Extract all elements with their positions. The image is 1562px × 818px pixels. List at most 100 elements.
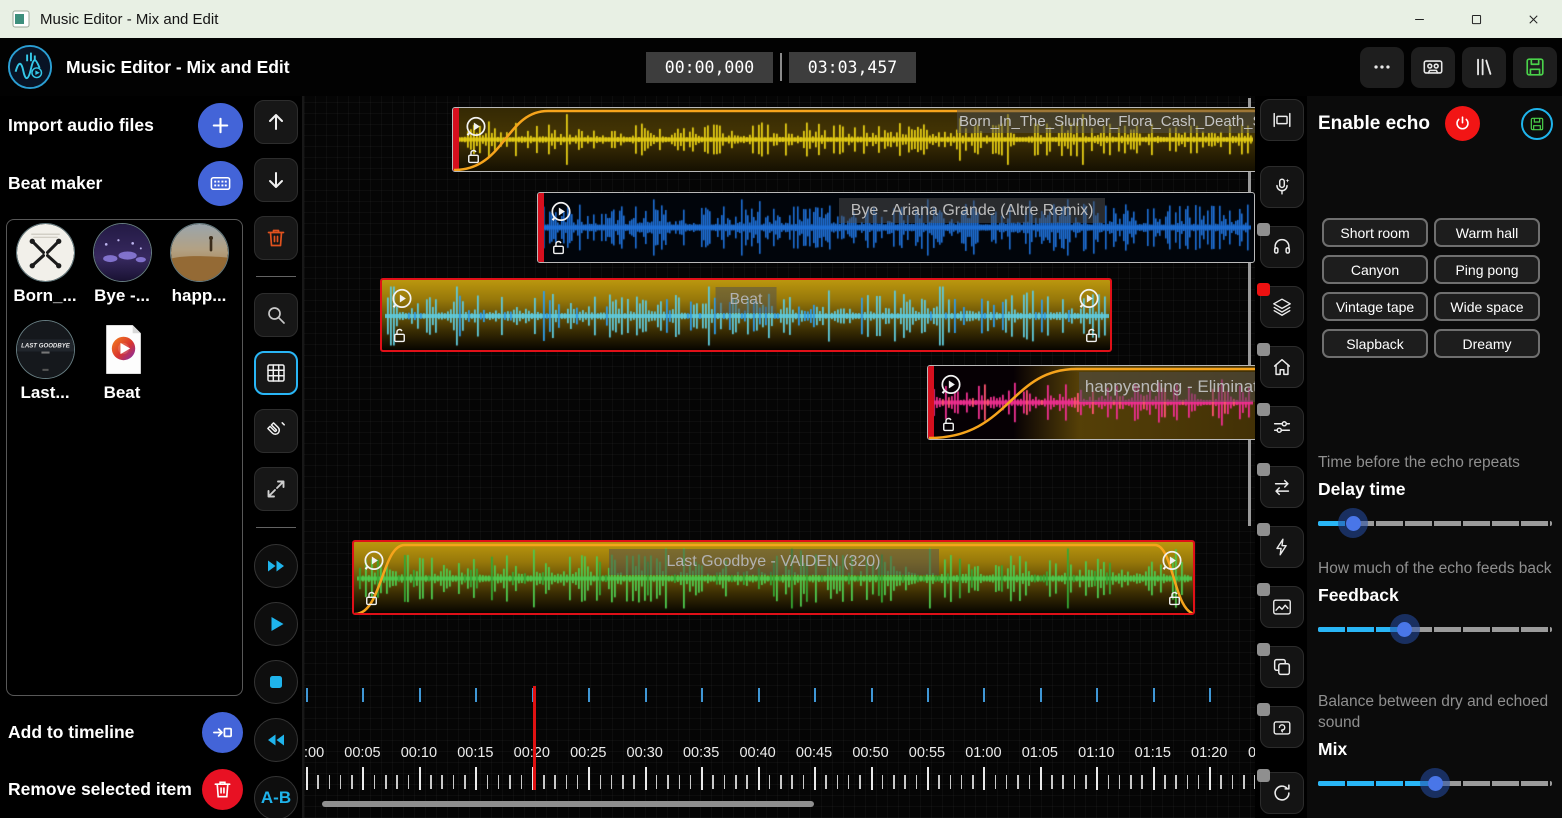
ruler-label: 01:20 bbox=[1191, 745, 1227, 761]
remove-selected-button[interactable] bbox=[202, 769, 243, 810]
close-button[interactable] bbox=[1505, 0, 1562, 38]
feedback-slider[interactable] bbox=[1318, 614, 1552, 644]
file-item-4[interactable]: LAST GOODBYELast... bbox=[10, 321, 80, 403]
preset-vintage-tape[interactable]: Vintage tape bbox=[1322, 292, 1428, 321]
slider-track[interactable] bbox=[1318, 627, 1552, 632]
preset-ping-pong[interactable]: Ping pong bbox=[1434, 255, 1540, 284]
ruler-label: 00:40 bbox=[739, 745, 775, 761]
mix-label: Mix bbox=[1318, 739, 1552, 760]
audio-clip-3[interactable]: Beat bbox=[380, 278, 1112, 352]
preset-short-room[interactable]: Short room bbox=[1322, 218, 1428, 247]
library-button[interactable] bbox=[1462, 47, 1506, 88]
rewind-button[interactable] bbox=[254, 718, 298, 762]
ruler-tick-minor bbox=[340, 775, 342, 789]
mix-slider[interactable] bbox=[1318, 768, 1552, 798]
ruler-tick-minor bbox=[1254, 775, 1255, 789]
ruler-tick-minor bbox=[1232, 775, 1234, 789]
magnet-snap-button[interactable] bbox=[254, 409, 298, 453]
echo-save-button[interactable] bbox=[1521, 108, 1553, 140]
audio-clip-4[interactable]: happyending - Eliminate bbox=[927, 365, 1255, 440]
ruler-tick-major bbox=[701, 767, 703, 790]
audio-clip-5[interactable]: Last Goodbye - VAIDEN (320) bbox=[352, 540, 1195, 615]
tracks-layers-button[interactable] bbox=[1260, 286, 1304, 328]
monitor-headphones-button[interactable] bbox=[1260, 226, 1304, 268]
add-to-timeline-button[interactable] bbox=[202, 712, 243, 753]
ai-voice-button[interactable] bbox=[1260, 166, 1304, 208]
slider-thumb[interactable] bbox=[1390, 614, 1420, 644]
ruler-tick-major bbox=[927, 767, 929, 790]
clip-left-edge[interactable] bbox=[538, 193, 544, 262]
arrow-down-icon bbox=[264, 168, 288, 192]
flash-icon bbox=[1271, 536, 1293, 558]
ruler-tick-minor bbox=[1130, 775, 1132, 789]
adjustments-button[interactable] bbox=[1260, 406, 1304, 448]
save-project-button[interactable] bbox=[1513, 47, 1557, 88]
preset-wide-space[interactable]: Wide space bbox=[1434, 292, 1540, 321]
rotate-media-button[interactable] bbox=[1260, 706, 1304, 748]
clip-left-edge[interactable] bbox=[928, 366, 934, 439]
stop-button[interactable] bbox=[254, 660, 298, 704]
duplicate-button[interactable] bbox=[1260, 646, 1304, 688]
ab-loop-button[interactable]: A-B bbox=[254, 776, 298, 818]
ruler-tick-minor bbox=[803, 775, 805, 789]
window-title: Music Editor - Mix and Edit bbox=[40, 11, 218, 28]
swap-icon bbox=[1271, 476, 1293, 498]
clip-left-edge[interactable] bbox=[453, 108, 459, 171]
adjust-icon bbox=[1271, 416, 1293, 438]
ruler-tick-major bbox=[1209, 767, 1211, 790]
delay-time-slider[interactable] bbox=[1318, 508, 1552, 538]
reset-loop-button[interactable] bbox=[1260, 772, 1304, 814]
horizontal-scrollbar[interactable] bbox=[322, 801, 814, 807]
expand-button[interactable] bbox=[254, 467, 298, 511]
slider-thumb[interactable] bbox=[1338, 508, 1368, 538]
tool-badge bbox=[1257, 769, 1270, 782]
preset-warm-hall[interactable]: Warm hall bbox=[1434, 218, 1540, 247]
home-view-button[interactable] bbox=[1260, 346, 1304, 388]
preset-slapback[interactable]: Slapback bbox=[1322, 329, 1428, 358]
minimize-button[interactable] bbox=[1391, 0, 1448, 38]
beat-maker-button[interactable] bbox=[198, 161, 243, 206]
effects-button[interactable] bbox=[1260, 526, 1304, 568]
ruler-tick-minor bbox=[622, 775, 624, 789]
move-down-button[interactable] bbox=[254, 158, 298, 202]
echo-power-button[interactable] bbox=[1445, 106, 1480, 141]
layers-icon bbox=[1271, 296, 1293, 318]
clip-title: Last Goodbye - VAIDEN (320) bbox=[608, 549, 938, 575]
file-item-3[interactable]: happ... bbox=[164, 224, 234, 306]
app-header: Music Editor - Mix and Edit 00:00,000 03… bbox=[0, 38, 1562, 96]
file-label: happ... bbox=[164, 286, 234, 306]
audio-clip-2[interactable]: Bye - Ariana Grande (Altre Remix) bbox=[537, 192, 1255, 263]
crossfade-button[interactable] bbox=[1260, 466, 1304, 508]
file-item-2[interactable]: Bye -... bbox=[87, 224, 157, 306]
file-item-5[interactable]: Beat bbox=[87, 321, 157, 403]
move-up-button[interactable] bbox=[254, 100, 298, 144]
audio-clip-1[interactable]: Born_In_The_Slumber_Flora_Cash_Death_S bbox=[452, 107, 1255, 172]
recordings-button[interactable] bbox=[1411, 47, 1455, 88]
file-label: Beat bbox=[87, 383, 157, 403]
window-titlebar: Music Editor - Mix and Edit bbox=[0, 0, 1562, 38]
wave-view-button[interactable] bbox=[1260, 586, 1304, 628]
delete-clip-button[interactable] bbox=[254, 216, 298, 260]
zoom-search-button[interactable] bbox=[254, 293, 298, 337]
slider-thumb[interactable] bbox=[1420, 768, 1450, 798]
playhead[interactable] bbox=[533, 686, 536, 790]
preset-canyon[interactable]: Canyon bbox=[1322, 255, 1428, 284]
ruler-label: 01:10 bbox=[1078, 745, 1114, 761]
ruler-tick-minor bbox=[679, 775, 681, 789]
grid-snap-button[interactable] bbox=[254, 351, 298, 395]
add-to-timeline-label: Add to timeline bbox=[8, 722, 134, 743]
trash-icon bbox=[264, 226, 288, 250]
delay-time-section: Time before the echo repeats Delay time bbox=[1318, 452, 1552, 538]
ruler-tick-major bbox=[419, 767, 421, 790]
trim-tool-button[interactable] bbox=[1260, 99, 1304, 141]
maximize-button[interactable] bbox=[1448, 0, 1505, 38]
timeline-area[interactable]: 00:0000:0500:1000:1500:2000:2500:3000:35… bbox=[302, 96, 1255, 818]
preset-dreamy[interactable]: Dreamy bbox=[1434, 329, 1540, 358]
more-options-button[interactable] bbox=[1360, 47, 1404, 88]
ruler-tick-minor bbox=[938, 775, 940, 789]
fast-forward-button[interactable] bbox=[254, 544, 298, 588]
ruler-tick-minor bbox=[329, 775, 331, 789]
play-button[interactable] bbox=[254, 602, 298, 646]
file-item-1[interactable]: Born_... bbox=[10, 224, 80, 306]
import-audio-button[interactable] bbox=[198, 103, 243, 148]
